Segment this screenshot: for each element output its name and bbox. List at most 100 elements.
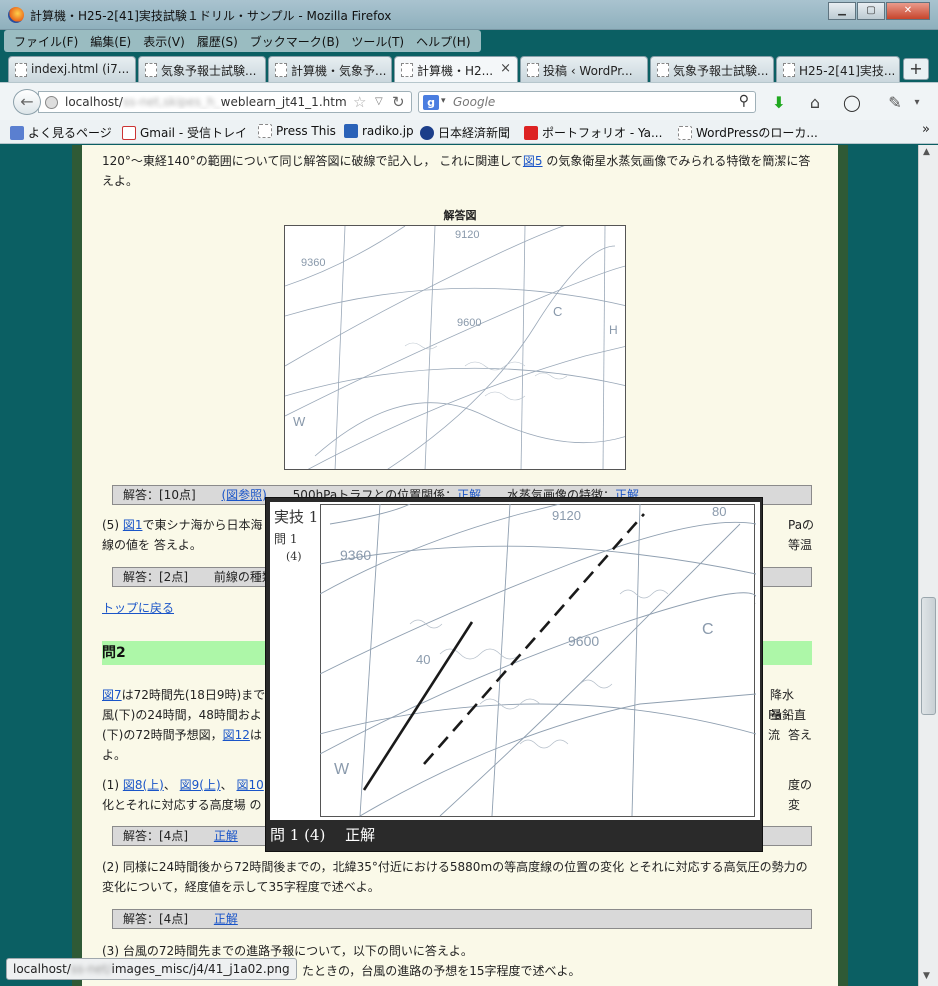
menu-edit[interactable]: 編集(E)	[84, 30, 137, 52]
bookmark-label: Gmail - 受信トレイ	[140, 126, 247, 140]
bookmark-label: ポートフォリオ - Ya...	[542, 126, 663, 140]
maximize-button[interactable]: ▢	[857, 2, 885, 20]
answer-link[interactable]: 正解	[214, 912, 238, 926]
search-engine-dropdown-icon[interactable]: ▾	[441, 96, 446, 106]
fig9-link[interactable]: 図9(上)	[180, 778, 221, 792]
scrollbar-thumb[interactable]	[921, 597, 936, 715]
lightbox-side-labels: 実技 1 問 1 (4)	[270, 502, 320, 820]
reload-icon[interactable]: ↻	[392, 93, 405, 111]
text: たときの，台風の進路の予想を15字程度で述べよ。	[302, 964, 581, 978]
bookmark-gmail[interactable]: Gmail - 受信トレイ	[122, 124, 247, 141]
bookmarks-overflow-icon[interactable]: »	[922, 122, 930, 137]
menu-history[interactable]: 履歴(S)	[191, 30, 244, 52]
vertical-scrollbar[interactable]: ▲ ▼	[918, 145, 938, 986]
url-text[interactable]: localhost/ss-net,skipes_h_weblearn_jt41_…	[65, 95, 351, 109]
menu-file[interactable]: ファイル(F)	[8, 30, 84, 52]
home-icon[interactable]: ⌂	[804, 93, 826, 113]
bookmark-label: よく見るページ	[28, 126, 112, 140]
warm-label: W	[293, 414, 306, 429]
answer-figure-map: 9120 9360 9600 C H W	[284, 225, 626, 470]
close-button[interactable]: ✕	[886, 2, 930, 20]
warm-label: W	[334, 761, 350, 778]
page-icon	[527, 63, 539, 77]
tab-label: H25-2[41]実技...	[799, 64, 896, 78]
bookmark-wordpress[interactable]: WordPressのローカ...	[678, 124, 818, 141]
bookmark-label: 日本経済新聞	[438, 126, 511, 140]
page-icon	[145, 63, 157, 77]
yahoo-icon	[524, 126, 538, 140]
text: の気象衛星水蒸気画像でみられる特徴を簡潔に答	[542, 154, 811, 168]
fig7-link[interactable]: 図7	[102, 688, 122, 702]
download-icon[interactable]: ⬇	[768, 93, 790, 113]
back-to-top-link[interactable]: トップに戻る	[102, 601, 174, 615]
score-label: 解答：[2点]	[123, 570, 188, 584]
tab-5[interactable]: 投稿 ‹ WordPr...	[520, 56, 648, 82]
text: 線の値を 答えよ。	[102, 538, 202, 552]
menu-help[interactable]: ヘルプ(H)	[410, 30, 476, 52]
fig1-link[interactable]: 図1	[123, 518, 143, 532]
tab-2[interactable]: 気象予報士試験...	[138, 56, 266, 82]
addon-icon[interactable]: ◯	[841, 93, 863, 113]
bookmarks-toolbar: よく見るページ Gmail - 受信トレイ Press This radiko.…	[0, 120, 938, 144]
menu-bookmarks[interactable]: ブックマーク(B)	[244, 30, 346, 52]
tab-4-active[interactable]: 計算機・H2... ×	[394, 56, 518, 83]
text: 、	[220, 778, 233, 792]
minimize-button[interactable]: ▁	[828, 2, 856, 20]
back-button[interactable]: ←	[13, 89, 41, 115]
url-dropdown-icon[interactable]: ▽	[375, 96, 383, 107]
scroll-down-arrow-icon[interactable]: ▼	[923, 971, 930, 981]
text: えよ。	[102, 174, 139, 188]
new-tab-button[interactable]: +	[903, 58, 929, 80]
image-lightbox[interactable]: 実技 1 問 1 (4) 9120 9360 9600 C W 80 40 問 …	[265, 497, 763, 852]
bookmark-star-icon[interactable]: ☆	[353, 93, 366, 111]
scroll-up-arrow-icon[interactable]: ▲	[923, 147, 930, 157]
height-label: 40	[416, 652, 430, 667]
page-icon	[657, 63, 669, 77]
url-bar[interactable]: localhost/ss-net,skipes_h_weblearn_jt41_…	[38, 91, 412, 113]
menu-tools[interactable]: ツール(T)	[345, 30, 410, 52]
overflow-menu-icon[interactable]: ▾	[906, 93, 928, 113]
bookmark-press-this[interactable]: Press This	[258, 124, 336, 138]
bookmark-most-visited[interactable]: よく見るページ	[10, 124, 112, 141]
question-2-2-text: (2) 同様に24時間後から72時間後までの，北緯35°付近における5880mの…	[102, 857, 816, 897]
fig10-link[interactable]: 図10	[237, 778, 264, 792]
height-label: 9360	[301, 257, 325, 269]
bookmark-portfolio[interactable]: ポートフォリオ - Ya...	[524, 124, 662, 141]
firefox-logo-icon	[8, 7, 24, 23]
menu-bar: ファイル(F) 編集(E) 表示(V) 履歴(S) ブックマーク(B) ツール(…	[4, 30, 481, 52]
google-icon[interactable]: g	[423, 95, 439, 110]
answer-link[interactable]: 正解	[214, 829, 238, 843]
text: (3) 台風の72時間先までの進路予報について，以下の問いに答えよ。	[102, 944, 473, 958]
tab-close-icon[interactable]: ×	[500, 61, 511, 76]
window-controls: ▁ ▢ ✕	[827, 2, 930, 20]
status-bar: localhost/ss-net/images_misc/j4/41_j1a02…	[6, 958, 297, 980]
tab-1[interactable]: indexj.html (i7...	[8, 56, 136, 82]
fig12-link[interactable]: 図12	[223, 728, 250, 742]
tab-label: 気象予報士試験...	[673, 64, 769, 78]
height-label: 80	[712, 504, 726, 519]
text: 、	[163, 778, 176, 792]
bookmark-nikkei[interactable]: 日本経済新聞	[420, 124, 510, 141]
tab-bar: indexj.html (i7... 気象予報士試験... 計算機・気象予...…	[0, 54, 938, 83]
weather-map-image: 9120 9360 9600 C H W	[285, 226, 625, 469]
page-icon	[783, 63, 795, 77]
tab-7[interactable]: H25-2[41]実技...	[776, 56, 900, 82]
status-blurred: ss-net/	[70, 962, 112, 976]
height-label: 9600	[457, 317, 481, 329]
figure-ref-link[interactable]: (図参照)	[221, 488, 266, 502]
tab-label: 計算機・H2...	[417, 64, 494, 78]
extension-icon[interactable]: ✎	[884, 93, 906, 113]
text: 120°〜東経140°の範囲について同じ解答図に破線で記入し， これに関連して	[102, 154, 523, 168]
radiko-icon	[344, 124, 358, 138]
window-titlebar: 計算機・H25-2[41]実技試験１ドリル・サンプル - Mozilla Fir…	[0, 0, 938, 30]
search-bar[interactable]: g ▾ Google ⚲	[418, 91, 756, 113]
question-label: 問 1	[274, 532, 298, 546]
tab-6[interactable]: 気象予報士試験...	[650, 56, 774, 82]
globe-icon	[45, 96, 58, 109]
menu-view[interactable]: 表示(V)	[137, 30, 191, 52]
search-icon[interactable]: ⚲	[739, 93, 749, 109]
fig8-link[interactable]: 図8(上)	[123, 778, 164, 792]
fig5-link[interactable]: 図5	[523, 154, 543, 168]
tab-3[interactable]: 計算機・気象予...	[268, 56, 392, 82]
bookmark-radiko[interactable]: radiko.jp	[344, 124, 414, 138]
